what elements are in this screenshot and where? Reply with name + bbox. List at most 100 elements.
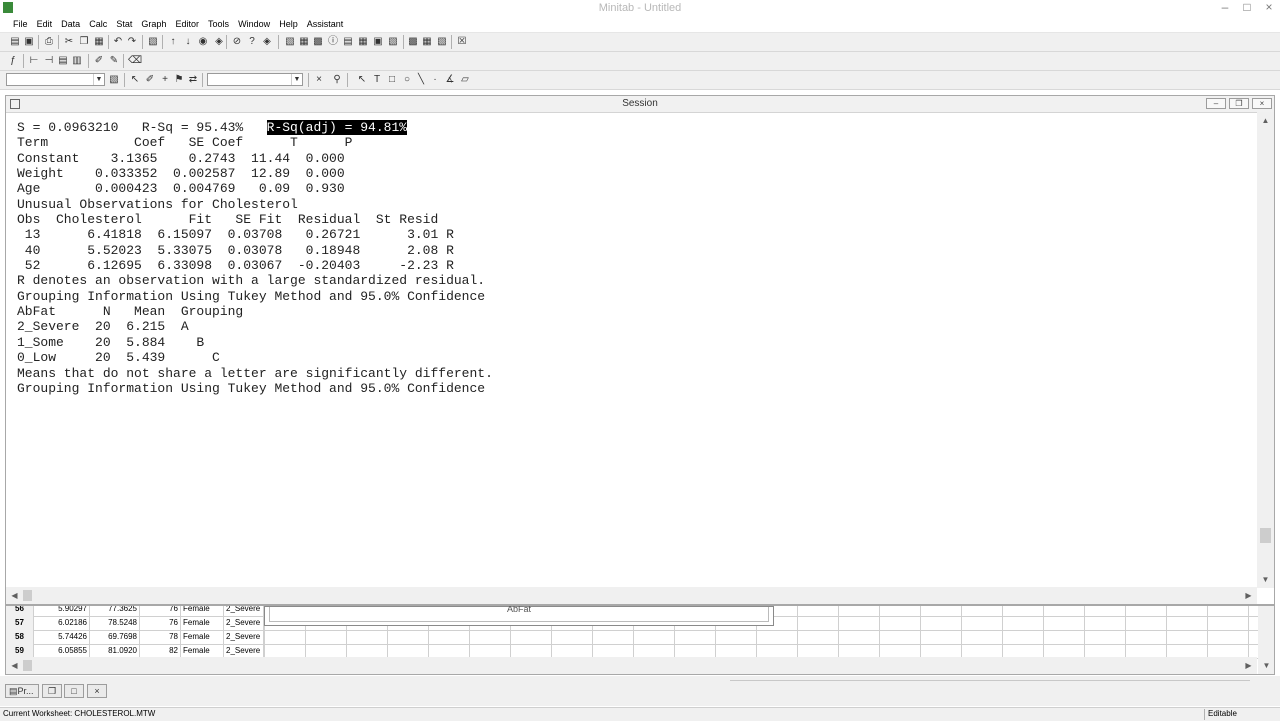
menu-data[interactable]: Data — [58, 16, 83, 32]
info-window-icon[interactable]: ⓘ — [327, 36, 339, 48]
open-icon[interactable]: ▤ — [9, 36, 21, 48]
insert-rows-icon[interactable]: ⊣ — [43, 55, 55, 67]
row-header[interactable]: 58 — [6, 630, 34, 644]
select-arrow-icon[interactable]: ↖ — [129, 74, 141, 86]
close-window-button[interactable]: × — [1258, 0, 1280, 16]
insert-cells-icon[interactable]: ⊢ — [28, 55, 40, 67]
horizontal-scroll-thumb[interactable] — [23, 660, 32, 671]
row-header[interactable]: 56 — [6, 606, 34, 616]
edit-item-icon[interactable]: ▧ — [108, 74, 120, 86]
worksheet-cell[interactable]: Female — [181, 616, 224, 630]
polygon-tool-icon[interactable]: ▱ — [459, 74, 471, 86]
clear-brush-icon[interactable]: ⌫ — [128, 55, 142, 67]
worksheet-cell[interactable]: 2_Severe — [224, 606, 264, 616]
scroll-down-arrow-icon[interactable]: ▼ — [1258, 657, 1274, 674]
scroll-left-arrow-icon[interactable]: ◀ — [6, 587, 23, 604]
worksheet-cell[interactable]: 78 — [140, 630, 181, 644]
copy-icon[interactable]: ❐ — [78, 36, 90, 48]
menu-file[interactable]: File — [10, 16, 31, 32]
report-pad-icon[interactable]: ▦ — [357, 36, 369, 48]
project-manager-icon[interactable]: ▣ — [372, 36, 384, 48]
worksheet-cell[interactable]: 6.05855 — [34, 644, 90, 658]
worksheet-cell[interactable]: 2_Severe — [224, 644, 264, 658]
worksheet-cell[interactable]: Female — [181, 630, 224, 644]
related-documents-icon[interactable]: ▧ — [387, 36, 399, 48]
worksheet-cell[interactable]: 76 — [140, 606, 181, 616]
worksheet-window-icon[interactable]: ▦ — [298, 36, 310, 48]
row-header[interactable]: 57 — [6, 616, 34, 630]
minimized-window-close-button[interactable]: × — [87, 684, 107, 698]
minimized-window-maximize-button[interactable]: □ — [64, 684, 84, 698]
line-tool-icon[interactable]: ╲ — [415, 74, 427, 86]
cancel-icon[interactable]: ⊘ — [231, 36, 243, 48]
scroll-right-arrow-icon[interactable]: ▶ — [1240, 587, 1257, 604]
manage-graphs-icon[interactable]: ▩ — [407, 36, 419, 48]
layout-icon[interactable]: ▧ — [436, 36, 448, 48]
dot-tool-icon[interactable]: · — [429, 74, 441, 86]
crosshairs-icon[interactable]: + — [159, 74, 171, 86]
scroll-down-arrow-icon[interactable]: ▼ — [1257, 571, 1274, 588]
session-horizontal-scrollbar[interactable]: ◀ ▶ — [6, 587, 1257, 604]
menu-tools[interactable]: Tools — [205, 16, 232, 32]
worksheet-cell[interactable]: 76 — [140, 616, 181, 630]
menu-graph[interactable]: Graph — [138, 16, 169, 32]
worksheet-cell[interactable]: 6.02186 — [34, 616, 90, 630]
session-window-icon[interactable]: ▧ — [284, 36, 296, 48]
worksheet-cell[interactable]: 77.3625 — [90, 606, 140, 616]
worksheet-cell[interactable]: 5.90297 — [34, 606, 90, 616]
graph-item-select[interactable]: ▼ — [6, 73, 105, 86]
minimize-window-button[interactable]: – — [1214, 0, 1236, 16]
close-all-graphs-icon[interactable]: ☒ — [456, 36, 468, 48]
function-icon[interactable]: ƒ — [7, 55, 19, 67]
assistant-icon[interactable]: ◈ — [261, 36, 273, 48]
insert-columns-icon[interactable]: ▤ — [57, 55, 69, 67]
help-icon[interactable]: ? — [246, 36, 258, 48]
arrow-up-icon[interactable]: ↑ — [167, 36, 179, 48]
worksheet-cell[interactable]: 81.0920 — [90, 644, 140, 658]
undo-icon[interactable]: ↶ — [112, 36, 124, 48]
worksheet-row[interactable]: 58 5.74426 69.7698 78 Female 2_Severe — [6, 630, 1258, 645]
scroll-up-arrow-icon[interactable]: ▲ — [1257, 112, 1274, 129]
worksheet-cell[interactable]: Female — [181, 606, 224, 616]
flag-icon[interactable]: ⚑ — [173, 74, 185, 86]
worksheet-vertical-scrollbar[interactable]: ▼ — [1258, 606, 1274, 674]
row-header[interactable]: 59 — [6, 644, 34, 658]
cut-icon[interactable]: ✂ — [63, 36, 75, 48]
vertical-scroll-thumb[interactable] — [1260, 528, 1271, 543]
paste-icon[interactable]: ▦ — [93, 36, 105, 48]
menu-stat[interactable]: Stat — [113, 16, 135, 32]
rectangle-tool-icon[interactable]: □ — [386, 74, 398, 86]
scroll-right-arrow-icon[interactable]: ▶ — [1240, 657, 1257, 674]
menu-editor[interactable]: Editor — [172, 16, 202, 32]
brush-icon[interactable]: ✐ — [144, 74, 156, 86]
worksheet-cell[interactable]: 5.74426 — [34, 630, 90, 644]
save-icon[interactable]: ▣ — [23, 36, 35, 48]
worksheet-cell[interactable]: 78.5248 — [90, 616, 140, 630]
worksheet-cell[interactable]: 2_Severe — [224, 630, 264, 644]
menu-edit[interactable]: Edit — [34, 16, 56, 32]
project-manager-minimized[interactable]: ▤Pr... — [5, 684, 39, 698]
session-restore-button[interactable]: ❐ — [1229, 98, 1249, 109]
menu-help[interactable]: Help — [276, 16, 301, 32]
set-id-variables-icon[interactable]: ✎ — [108, 55, 120, 67]
move-columns-icon[interactable]: ▥ — [71, 55, 83, 67]
menu-assistant[interactable]: Assistant — [304, 16, 347, 32]
history-window-icon[interactable]: ▤ — [342, 36, 354, 48]
zoom-icon[interactable]: ⇄ — [187, 74, 199, 86]
replace-icon[interactable]: ◈ — [213, 36, 225, 48]
arrow-down-icon[interactable]: ↓ — [182, 36, 194, 48]
delete-icon[interactable]: × — [313, 74, 325, 86]
menu-window[interactable]: Window — [235, 16, 273, 32]
scroll-left-arrow-icon[interactable]: ◀ — [6, 657, 23, 674]
session-close-button[interactable]: × — [1252, 98, 1272, 109]
maximize-window-button[interactable]: □ — [1236, 0, 1258, 16]
redo-icon[interactable]: ↷ — [126, 36, 138, 48]
minimized-window-restore-button[interactable]: ❐ — [42, 684, 62, 698]
ellipse-tool-icon[interactable]: ○ — [401, 74, 413, 86]
session-output[interactable]: S = 0.0963210 R-Sq = 95.43% R-Sq(adj) = … — [17, 120, 1247, 582]
session-vertical-scrollbar[interactable]: ▲ ▼ — [1257, 112, 1274, 588]
find-icon[interactable]: ◉ — [197, 36, 209, 48]
brush-icon[interactable]: ✐ — [93, 55, 105, 67]
menu-calc[interactable]: Calc — [86, 16, 110, 32]
worksheet-horizontal-scrollbar[interactable]: ◀ ▶ — [6, 657, 1257, 674]
